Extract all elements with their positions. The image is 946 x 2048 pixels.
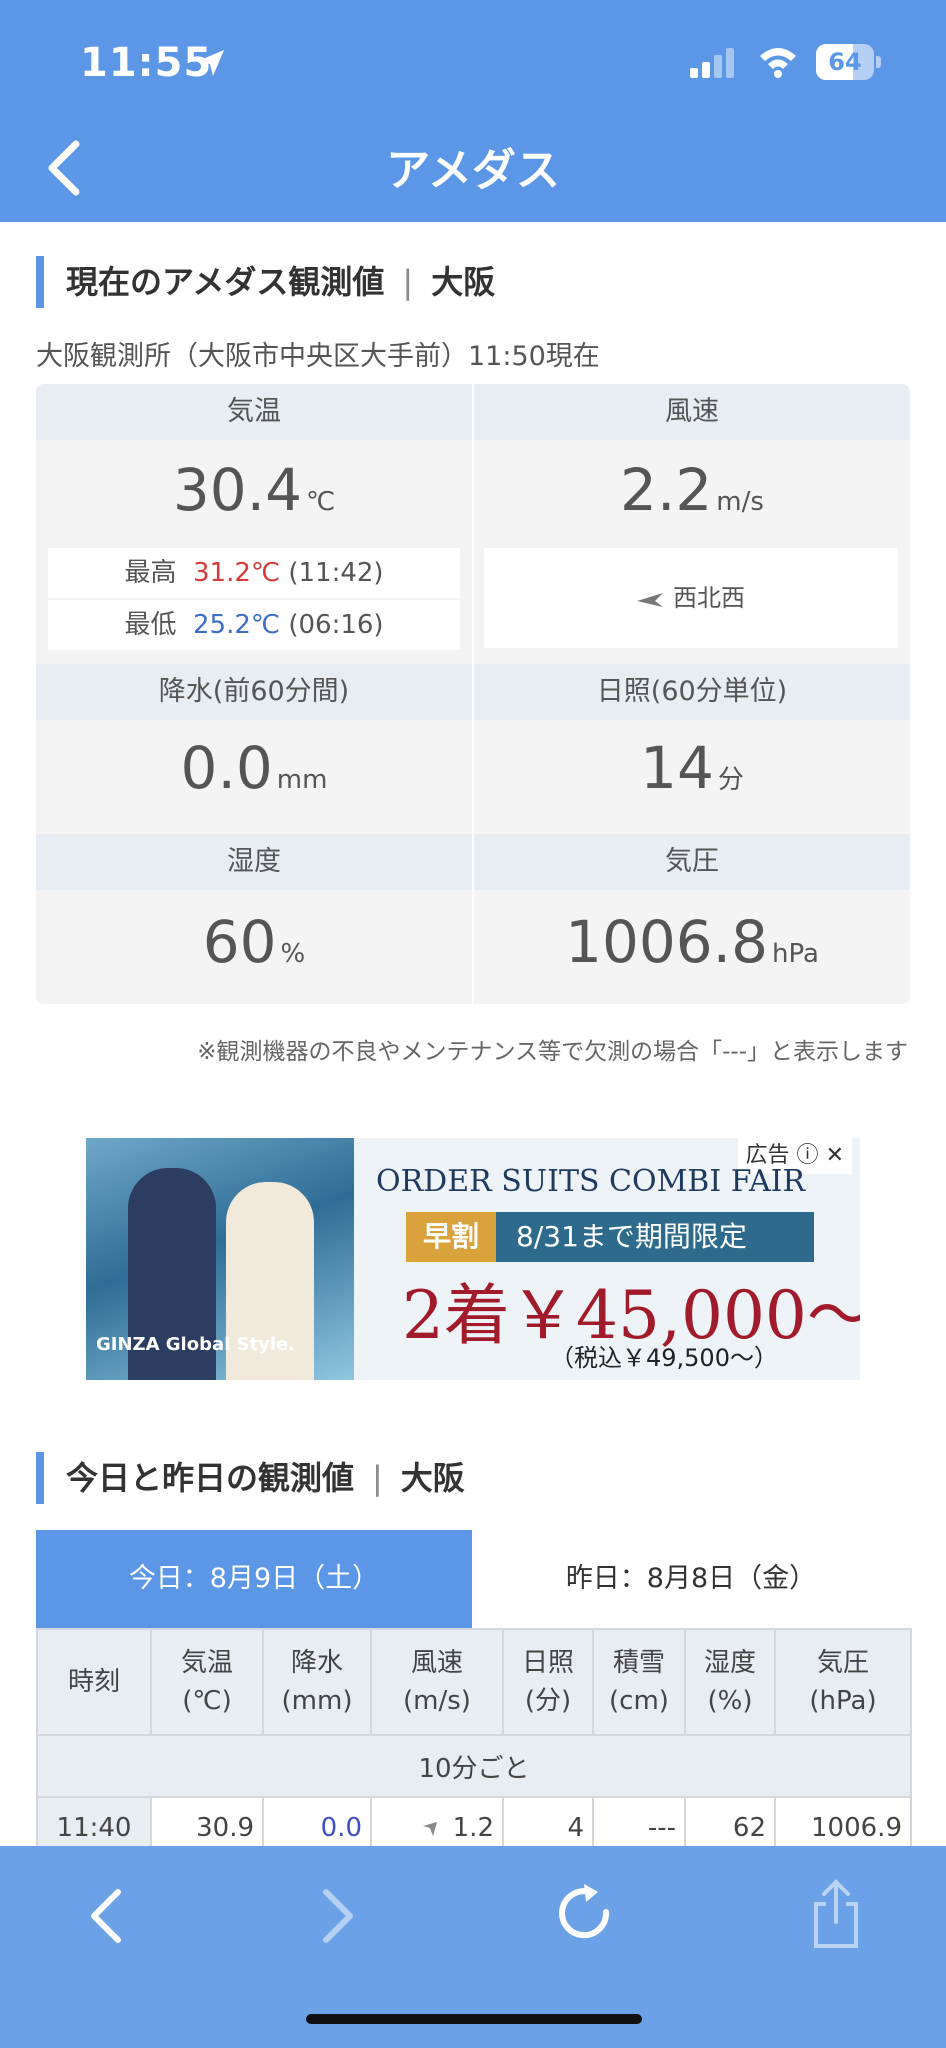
signal-icon — [690, 48, 734, 78]
humidity-number: 60 — [202, 908, 277, 976]
interval-label: 10分ごと — [36, 1734, 912, 1798]
history-heading-location: 大阪 — [400, 1459, 465, 1497]
ad-headline: ORDER SUITS COMBI FAIR — [376, 1164, 806, 1199]
current-heading-location: 大阪 — [431, 263, 496, 301]
wind-unit: m/s — [716, 487, 764, 517]
current-heading: 現在のアメダス観測値 | 大阪 — [36, 256, 495, 308]
temperature-number: 30.4 — [172, 456, 302, 524]
precip-value: 0.0 mm — [36, 734, 472, 802]
humidity-value: 60% — [36, 908, 472, 976]
ad-limit: 8/31まで期間限定 — [516, 1220, 747, 1253]
precip-number: 0.0 — [180, 734, 273, 802]
temperature-unit: ℃ — [305, 487, 336, 517]
ad-brand: GINZA Global Style. — [96, 1334, 296, 1355]
status-time: 11:55 — [80, 40, 213, 86]
page-title: アメダス — [386, 145, 560, 196]
precip-unit: mm — [276, 765, 328, 795]
interval-row: 10分ごと — [36, 1734, 912, 1798]
pressure-value: 1006.8 hPa — [474, 908, 910, 976]
location-arrow-icon — [198, 50, 224, 76]
pressure-number: 1006.8 — [565, 908, 769, 976]
column-header: 降水 (mm) — [262, 1628, 372, 1736]
battery-icon: 64 — [816, 44, 882, 80]
cell-wind-value: 1.2 — [452, 1813, 494, 1843]
max-time: (11:42) — [288, 558, 384, 588]
share-icon[interactable] — [810, 1878, 862, 1950]
min-time: (06:16) — [288, 610, 384, 640]
observation-table: 時刻 気温 (℃) 降水 (mm) 風速 (m/s) 日照 (分) 積雪 (cm) 湿度(… — [36, 1628, 912, 1860]
min-label: 最低 — [124, 610, 177, 640]
temperature-cell: 気温 30.4 ℃ 最高 31.2℃ (11:42) 最低 25.2℃ (06:1… — [36, 384, 472, 664]
wifi-icon — [760, 48, 796, 78]
tab-today[interactable]: 今日：8月9日（土） — [36, 1530, 472, 1628]
sunshine-label: 日照(60分単位) — [474, 664, 910, 720]
top-header: 11:55 64 アメダス — [0, 0, 946, 222]
humidity-label: 湿度 — [36, 834, 472, 890]
column-header: 気温 (℃) — [150, 1628, 264, 1736]
column-header: 気圧 (hPa) — [774, 1628, 912, 1736]
battery-level: 64 — [828, 48, 862, 76]
ad-early: 早割 — [406, 1212, 496, 1262]
history-heading: 今日と昨日の観測値 | 大阪 — [36, 1452, 465, 1504]
humidity-unit: % — [280, 939, 306, 969]
chevron-left-icon[interactable] — [86, 1886, 126, 1946]
missing-data-note: ※観測機器の不良やメンテナンス等で欠測の場合「---」と表示します — [197, 1039, 908, 1065]
station-info: 大阪観測所（大阪市中央区大手前）11:50現在 — [36, 341, 600, 372]
sunshine-value: 14 分 — [474, 734, 910, 802]
sunshine-unit: 分 — [717, 765, 744, 795]
temperature-value: 30.4 ℃ — [36, 456, 472, 524]
ad-close-icon[interactable]: ✕ — [826, 1143, 844, 1168]
pressure-unit: hPa — [772, 939, 819, 969]
max-temperature: 最高 31.2℃ (11:42) — [48, 548, 460, 598]
sunshine-cell: 日照(60分単位) 14 分 — [474, 664, 910, 834]
ad-photo: GINZA Global Style. — [86, 1138, 354, 1380]
precip-label: 降水(前60分間) — [36, 664, 472, 720]
min-value: 25.2℃ — [192, 610, 281, 640]
tab-yesterday[interactable]: 昨日：8月8日（金） — [472, 1530, 910, 1628]
heading-separator: | — [402, 263, 414, 301]
wind-direction-icon — [422, 1821, 437, 1836]
ad-campaign-band: 早割 8/31まで期間限定 — [406, 1212, 814, 1262]
temperature-label: 気温 — [36, 384, 472, 440]
chevron-right-icon[interactable] — [318, 1886, 358, 1946]
reload-icon[interactable] — [554, 1882, 618, 1948]
pressure-cell: 気圧 1006.8 hPa — [474, 834, 910, 1004]
advertisement-banner[interactable]: GINZA Global Style. 広告 ⓘ ✕ ORDER SUITS C… — [86, 1138, 860, 1380]
sunshine-number: 14 — [640, 734, 714, 802]
current-heading-text: 現在のアメダス観測値 — [66, 263, 385, 301]
max-label: 最高 — [124, 558, 177, 588]
column-header: 積雪 (cm) — [592, 1628, 686, 1736]
column-header: 湿度 (%) — [684, 1628, 776, 1736]
column-header: 日照 (分) — [502, 1628, 594, 1736]
home-indicator — [306, 2014, 642, 2024]
wind-direction-icon — [637, 593, 663, 607]
max-value: 31.2℃ — [192, 558, 281, 588]
min-temperature: 最低 25.2℃ (06:16) — [48, 600, 460, 650]
wind-number: 2.2 — [620, 456, 713, 524]
precip-cell: 降水(前60分間) 0.0 mm — [36, 664, 472, 834]
wind-direction-text: 西北西 — [673, 584, 745, 612]
wind-label: 風速 — [474, 384, 910, 440]
wind-direction: 西北西 — [484, 548, 898, 648]
table-header-row: 時刻 気温 (℃) 降水 (mm) 風速 (m/s) 日照 (分) 積雪 (cm) 湿度(… — [36, 1628, 912, 1736]
wind-value: 2.2 m/s — [474, 456, 910, 524]
pressure-label: 気圧 — [474, 834, 910, 890]
column-header: 時刻 — [36, 1628, 152, 1736]
column-header: 風速 (m/s) — [370, 1628, 504, 1736]
humidity-cell: 湿度 60% — [36, 834, 472, 1004]
observation-grid: 気温 30.4 ℃ 最高 31.2℃ (11:42) 最低 25.2℃ (06:1… — [36, 384, 910, 1004]
ad-tax: （税込￥49,500～） — [550, 1344, 778, 1372]
history-heading-text: 今日と昨日の観測値 — [66, 1459, 355, 1497]
heading-separator: | — [372, 1459, 383, 1497]
